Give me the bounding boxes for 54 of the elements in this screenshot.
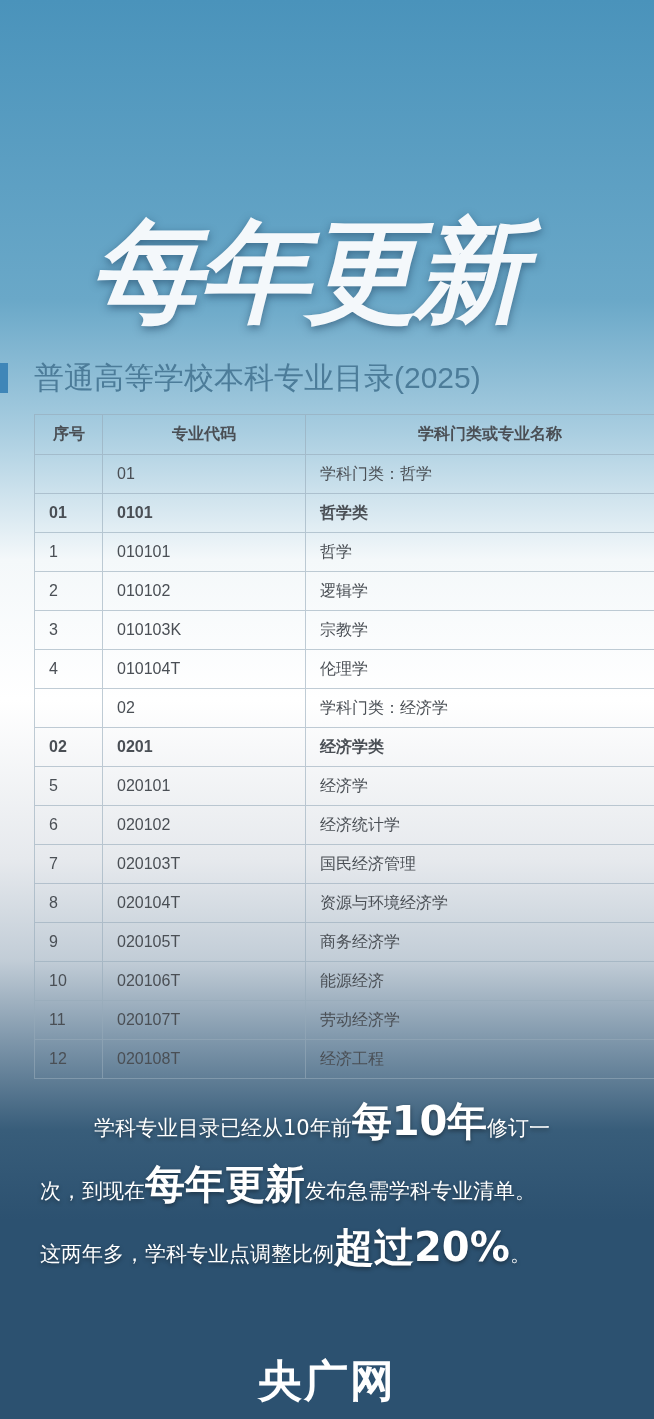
table-cell: 学科门类：经济学 (306, 689, 654, 728)
table-cell: 010102 (103, 572, 306, 611)
table-cell: 4 (35, 650, 103, 689)
table-cell: 逻辑学 (306, 572, 654, 611)
table-cell: 国民经济管理 (306, 845, 654, 884)
table-cell: 经济统计学 (306, 806, 654, 845)
document-title: 普通高等学校本科专业目录(2025) (34, 359, 481, 396)
table-cell: 3 (35, 611, 103, 650)
table-cell: 能源经济 (306, 962, 654, 1001)
table-cell: 8 (35, 884, 103, 923)
table-cell: 伦理学 (306, 650, 654, 689)
table-cell: 02 (35, 728, 103, 767)
table-cell: 0101 (103, 494, 306, 533)
table-cell: 5 (35, 767, 103, 806)
table-cell: 020101 (103, 767, 306, 806)
column-header: 序号 (35, 415, 103, 455)
table-cell: 9 (35, 923, 103, 962)
table-cell: 商务经济学 (306, 923, 654, 962)
table-cell: 经济工程 (306, 1040, 654, 1079)
table-cell: 7 (35, 845, 103, 884)
table-cell: 哲学类 (306, 494, 654, 533)
table-cell: 哲学 (306, 533, 654, 572)
table-cell: 1 (35, 533, 103, 572)
table-cell: 经济学类 (306, 728, 654, 767)
table-cell: 01 (103, 455, 306, 494)
column-header: 学科门类或专业名称 (306, 415, 654, 455)
table-cell: 020107T (103, 1001, 306, 1040)
table-cell: 010104T (103, 650, 306, 689)
table-cell: 02 (103, 689, 306, 728)
table-cell: 11 (35, 1001, 103, 1040)
table-cell: 12 (35, 1040, 103, 1079)
table-cell: 020105T (103, 923, 306, 962)
summary-text: 学科专业目录已经从10年前每10年修订一 次，到现在每年更新发布急需学科专业清单。 这两年多，学科专业点调整比例超过20%。 (40, 1097, 552, 1272)
column-header: 专业代码 (103, 415, 306, 455)
table-cell: 经济学 (306, 767, 654, 806)
table-cell: 资源与环境经济学 (306, 884, 654, 923)
table-cell: 劳动经济学 (306, 1001, 654, 1040)
table-cell: 010103K (103, 611, 306, 650)
table-cell: 学科门类：哲学 (306, 455, 654, 494)
table-cell: 020108T (103, 1040, 306, 1079)
logo-text: 央广网 (258, 1354, 396, 1408)
title-marker (0, 363, 8, 393)
table-cell: 020102 (103, 806, 306, 845)
table-cell: 01 (35, 494, 103, 533)
table-cell: 0201 (103, 728, 306, 767)
table-cell: 2 (35, 572, 103, 611)
table-cell: 10 (35, 962, 103, 1001)
table-cell: 6 (35, 806, 103, 845)
table-cell: 宗教学 (306, 611, 654, 650)
table-cell: 020106T (103, 962, 306, 1001)
table-cell: 020103T (103, 845, 306, 884)
headline: 每年更新 (80, 200, 552, 346)
table-cell: 010101 (103, 533, 306, 572)
table-cell: 020104T (103, 884, 306, 923)
